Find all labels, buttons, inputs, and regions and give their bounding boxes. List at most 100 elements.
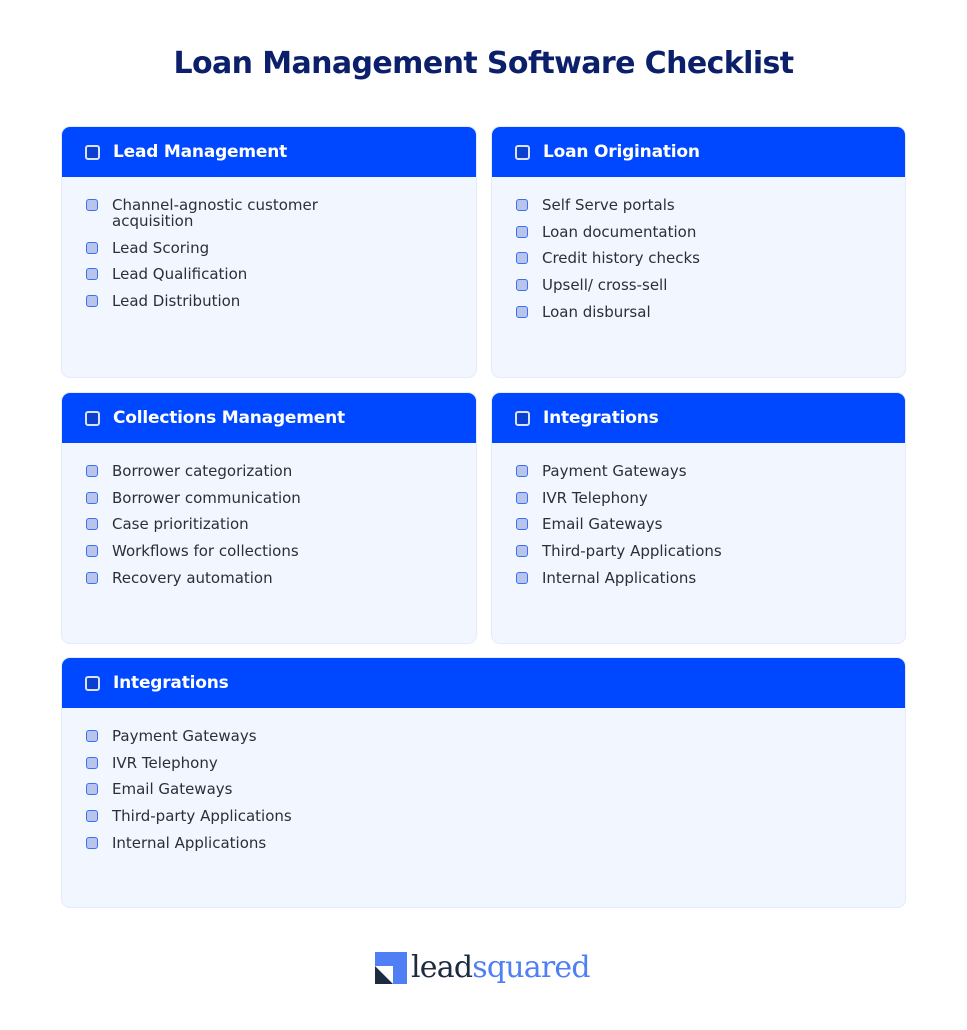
checkbox-icon[interactable] — [516, 571, 528, 584]
checklist-items: Borrower categorization Borrower communic… — [62, 443, 476, 586]
checkbox-icon[interactable] — [516, 279, 528, 292]
checklist-item: IVR Telephony — [85, 755, 905, 771]
checkbox-icon[interactable] — [86, 730, 98, 742]
checklist-card: Lead Management Channel-agnostic customer… — [61, 126, 477, 378]
checklist-item: Lead Scoring — [85, 240, 476, 256]
checkbox-icon[interactable] — [86, 241, 98, 254]
checklist-item-label: Payment Gateways — [112, 727, 257, 745]
checkbox-icon[interactable] — [516, 465, 528, 477]
checkbox-icon[interactable] — [515, 144, 530, 160]
card-heading: Lead Management — [113, 142, 288, 162]
checklist-item-label: IVR Telephony — [112, 753, 218, 772]
checkbox-icon[interactable] — [86, 545, 98, 558]
checklist-items: Channel-agnostic customer acquisition Lea… — [62, 177, 476, 309]
checklist-item-label: Lead Distribution — [112, 292, 241, 311]
checklist-item-label: Credit history checks — [542, 249, 700, 268]
checkbox-icon[interactable] — [86, 571, 98, 584]
card-header: Collections Management — [62, 393, 476, 443]
checklist-card: Loan Origination Self Serve portals Loan d… — [491, 126, 906, 378]
card-heading: Integrations — [113, 673, 229, 693]
checklist-item: Email Gateways — [85, 781, 905, 797]
checklist-item: Internal Applications — [515, 570, 905, 586]
checkbox-icon[interactable] — [86, 199, 98, 211]
card-header: Lead Management — [62, 127, 476, 177]
checklist-item: Workflows for collections — [85, 543, 476, 559]
checkbox-icon[interactable] — [86, 783, 98, 796]
checklist-item-label: Loan documentation — [542, 222, 697, 241]
card-heading: Collections Management — [113, 408, 345, 428]
checkbox-icon[interactable] — [85, 144, 100, 160]
checklist-item: Borrower categorization — [85, 463, 476, 479]
checklist-item-label: Recovery automation — [112, 568, 273, 587]
checkbox-icon[interactable] — [86, 810, 98, 823]
checklist-item: Recovery automation — [85, 570, 476, 586]
checklist-item-label: Email Gateways — [112, 780, 233, 799]
checklist-item: Borrower communication — [85, 490, 476, 506]
checklist-item-label: Lead Scoring — [112, 238, 210, 257]
checklist-item: Lead Distribution — [85, 293, 476, 309]
checklist-item-label: Workflows for collections — [112, 542, 299, 561]
card-header: Integrations — [62, 658, 905, 708]
checklist-card: Collections Management Borrower categoriz… — [61, 392, 477, 644]
checklist-item-label: Borrower categorization — [112, 462, 293, 480]
card-heading: Loan Origination — [543, 142, 700, 162]
checklist-item: Email Gateways — [515, 516, 905, 532]
checkbox-icon[interactable] — [86, 295, 98, 308]
checklist-card: Integrations Payment Gateways IVR Telephon… — [491, 392, 906, 644]
checklist-item-label: Email Gateways — [542, 515, 663, 534]
checkbox-icon[interactable] — [516, 305, 528, 318]
checkbox-icon[interactable] — [86, 518, 98, 531]
checkbox-icon[interactable] — [516, 545, 528, 558]
checklist-item-label: Channel-agnostic customer acquisition — [112, 196, 318, 230]
checkbox-icon[interactable] — [86, 465, 98, 477]
checklist-item-label: Internal Applications — [112, 833, 267, 852]
checkbox-icon[interactable] — [86, 491, 98, 504]
card-header: Integrations — [492, 393, 905, 443]
checkbox-icon[interactable] — [516, 518, 528, 531]
checklist-item: Third-party Applications — [515, 543, 905, 559]
checklist-item-label: Payment Gateways — [542, 462, 687, 480]
checkbox-icon[interactable] — [516, 199, 528, 211]
card-header: Loan Origination — [492, 127, 905, 177]
checkbox-icon[interactable] — [86, 756, 98, 769]
logo-wordmark: leadsquared — [411, 950, 591, 985]
checklist-item-label: Internal Applications — [542, 568, 697, 587]
checklist-items: Payment Gateways IVR Telephony Email Gatew… — [62, 708, 905, 851]
checkbox-icon[interactable] — [86, 268, 98, 281]
page-title: Loan Management Software Checklist — [173, 46, 794, 81]
checklist-item-label: Borrower communication — [112, 488, 301, 507]
checklist-items: Self Serve portals Loan documentation Cred… — [492, 177, 905, 320]
checklist-card: Integrations Payment Gateways IVR Telephon… — [61, 657, 906, 908]
checklist-item-label: Lead Qualification — [112, 265, 248, 284]
leadsquared-logo: leadsquared — [375, 948, 591, 985]
checklist-item-label: Loan disbursal — [542, 302, 651, 321]
checkbox-icon[interactable] — [85, 410, 100, 426]
card-heading: Integrations — [543, 408, 659, 428]
checklist-item: Loan documentation — [515, 224, 905, 240]
checklist-item-label: IVR Telephony — [542, 488, 648, 507]
checkbox-icon[interactable] — [86, 836, 98, 849]
checklist-items: Payment Gateways IVR Telephony Email Gatew… — [492, 443, 905, 586]
checklist-item: Lead Qualification — [85, 266, 476, 282]
checklist-item: Internal Applications — [85, 835, 905, 851]
leadsquared-logo-icon — [375, 952, 407, 984]
checklist-item: Loan disbursal — [515, 304, 905, 320]
checklist-item-label: Third-party Applications — [112, 807, 292, 826]
checklist-item: Case prioritization — [85, 516, 476, 532]
logo-text-lead: lead — [411, 950, 473, 985]
checkbox-icon[interactable] — [516, 225, 528, 238]
checklist-item-label: Self Serve portals — [542, 196, 675, 214]
checklist-item: Credit history checks — [515, 250, 905, 266]
checklist-item-label: Upsell/ cross-sell — [542, 276, 668, 295]
checkbox-icon[interactable] — [516, 491, 528, 504]
checklist-item: Upsell/ cross-sell — [515, 277, 905, 293]
checklist-item: Payment Gateways — [85, 728, 905, 744]
checklist-item-label: Third-party Applications — [542, 542, 722, 561]
checkbox-icon[interactable] — [85, 675, 100, 691]
checklist-item: IVR Telephony — [515, 490, 905, 506]
checkbox-icon[interactable] — [516, 252, 528, 265]
checklist-item: Payment Gateways — [515, 463, 905, 479]
logo-text-squared: squared — [472, 950, 590, 985]
checkbox-icon[interactable] — [515, 410, 530, 426]
checklist-item: Third-party Applications — [85, 808, 905, 824]
